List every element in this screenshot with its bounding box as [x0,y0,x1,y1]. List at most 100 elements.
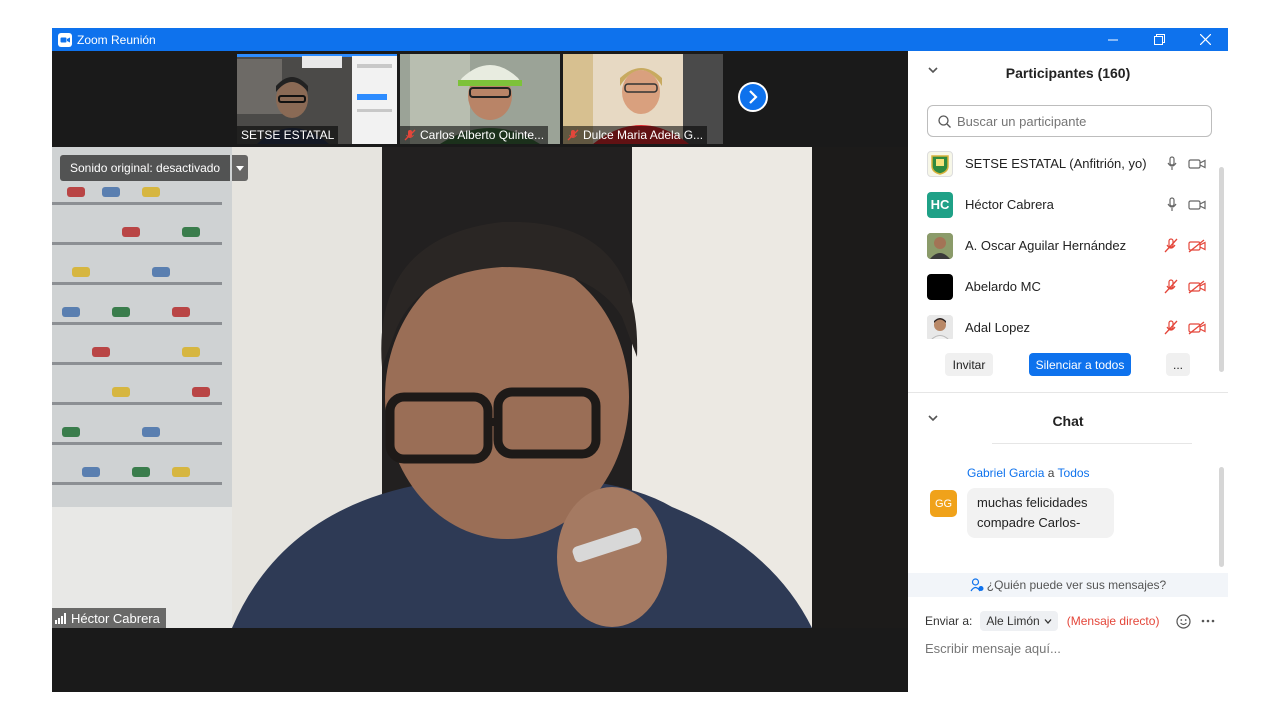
search-icon [938,114,951,128]
avatar [927,232,953,259]
mic-muted-icon [567,129,579,141]
direct-message-label: (Mensaje directo) [1066,614,1160,628]
recipient-select[interactable]: Ale Limón [980,611,1058,631]
video-feed [52,147,908,628]
participant-row[interactable]: A. Oscar Aguilar Hernández [908,225,1228,266]
close-button[interactable] [1182,28,1228,51]
participant-name: A. Oscar Aguilar Hernández [965,238,1127,253]
thumbnail-video[interactable]: Dulce Maria Adela G... [563,54,723,144]
mic-muted-icon[interactable] [1164,279,1178,294]
thumbnail-strip: SETSE ESTATAL Carlos Alberto Quinte... D… [52,51,908,147]
avatar-photo [927,314,953,339]
participant-name: Adal Lopez [965,320,1031,335]
thumbnail-name: Dulce Maria Adela G... [583,128,704,142]
invite-button[interactable]: Invitar [945,353,993,376]
chevron-down-icon [1044,618,1052,624]
restore-icon [1153,34,1165,45]
participant-search[interactable] [927,105,1212,137]
chevron-right-icon [749,90,758,104]
participants-header: Participantes (160) [908,51,1228,95]
caret-down-icon [236,165,245,171]
participant-list: SETSE ESTATAL (Anfitrión, yo) HC Héctor … [908,143,1228,339]
message-sender-line: Gabriel Garcia a Todos [967,466,1090,480]
message-sender[interactable]: Gabriel Garcia [967,466,1044,480]
meeting-area: SETSE ESTATAL Carlos Alberto Quinte... D… [52,51,908,692]
sidebar-panel: Participantes (160) SETSE ESTATAL (Anfit… [908,51,1228,692]
chevron-down-icon[interactable] [928,415,938,422]
participant-name: SETSE ESTATAL (Anfitrión, yo) [965,156,1147,171]
chat-scrollbar[interactable] [1219,467,1224,567]
close-icon [1199,34,1211,45]
organization-logo-icon [931,154,949,175]
participants-title: Participantes (160) [1005,65,1131,81]
thumbnail-label: Carlos Alberto Quinte... [400,126,549,144]
video-off-icon[interactable] [1188,238,1206,253]
participant-row[interactable]: Abelardo MC [908,266,1228,307]
active-speaker-video[interactable]: Sonido original: desactivado Héctor Cabr… [52,147,908,628]
video-off-icon[interactable] [1188,279,1206,294]
chat-message: Gabriel Garcia a Todos GG muchas felicid… [908,461,1228,571]
signal-strength-icon [55,612,66,624]
send-to-row: Enviar a: Ale Limón (Mensaje directo) [925,609,1215,633]
video-off-icon[interactable] [1188,320,1206,335]
title-bar: Zoom Reunión [52,28,1228,51]
message-connector: a [1047,466,1055,480]
video-camera-icon[interactable] [1188,158,1206,170]
avatar: HC [927,191,953,218]
speaker-label: Héctor Cabrera [52,608,166,628]
zoom-window: Zoom Reunión SETSE ESTATAL Carlos Albert… [52,28,1228,692]
emoji-icon[interactable] [1176,613,1191,629]
avatar [927,150,953,177]
avatar [927,273,953,300]
more-options-icon[interactable] [1201,619,1215,623]
search-input[interactable] [957,113,1197,129]
message-bubble: muchas felicidades compadre Carlos- [967,488,1114,538]
participant-scrollbar[interactable] [1219,167,1224,372]
mic-muted-icon[interactable] [1164,320,1178,335]
thumbnail-name: SETSE ESTATAL [241,128,335,142]
chevron-down-icon[interactable] [928,67,938,74]
avatar: GG [930,490,957,517]
participant-name: Abelardo MC [965,279,1041,294]
more-options-button[interactable]: ... [1166,353,1190,376]
mic-muted-icon [404,129,416,141]
next-page-button[interactable] [738,82,768,112]
thumbnail-video[interactable]: SETSE ESTATAL [237,54,397,144]
thumbnail-label: Dulce Maria Adela G... [563,126,708,144]
message-visibility-link[interactable]: ¿Quién puede ver sus mensajes? [908,573,1228,597]
thumbnail-name: Carlos Alberto Quinte... [420,128,545,142]
chat-compose-input[interactable]: Escribir mensaje aquí... [925,641,1215,656]
message-recipient: Todos [1057,466,1090,480]
participant-row[interactable]: SETSE ESTATAL (Anfitrión, yo) [908,143,1228,184]
mute-all-button[interactable]: Silenciar a todos [1029,353,1131,376]
video-camera-icon[interactable] [1188,199,1206,211]
chat-title: Chat [1052,413,1084,429]
recipient-value: Ale Limón [986,614,1040,628]
avatar [927,314,953,339]
minimize-button[interactable] [1090,28,1136,51]
microphone-icon[interactable] [1166,197,1178,212]
avatar-photo [927,232,953,259]
avatar-initials: HC [930,197,950,212]
send-to-label: Enviar a: [925,614,973,628]
restore-button[interactable] [1136,28,1182,51]
divider [908,392,1228,393]
window-title: Zoom Reunión [77,32,156,47]
mic-muted-icon[interactable] [1164,238,1178,253]
zoom-logo-icon [58,32,72,47]
microphone-icon[interactable] [1166,156,1178,171]
avatar-initials: GG [934,497,953,510]
message-visibility-text: ¿Quién puede ver sus mensajes? [986,578,1167,592]
original-sound-dropdown[interactable] [232,155,249,181]
speaker-name: Héctor Cabrera [71,610,160,626]
thumbnail-video[interactable]: Carlos Alberto Quinte... [400,54,560,144]
person-info-icon [970,578,984,592]
participant-actions: Invitar Silenciar a todos ... [908,353,1228,383]
participant-row[interactable]: HC Héctor Cabrera [908,184,1228,225]
original-sound-toggle[interactable]: Sonido original: desactivado [60,155,249,181]
original-sound-label: Sonido original: desactivado [60,155,231,181]
chat-header: Chat [908,399,1228,443]
thumbnail-label: SETSE ESTATAL [237,126,339,144]
divider [992,443,1192,444]
participant-row[interactable]: Adal Lopez [908,307,1228,339]
